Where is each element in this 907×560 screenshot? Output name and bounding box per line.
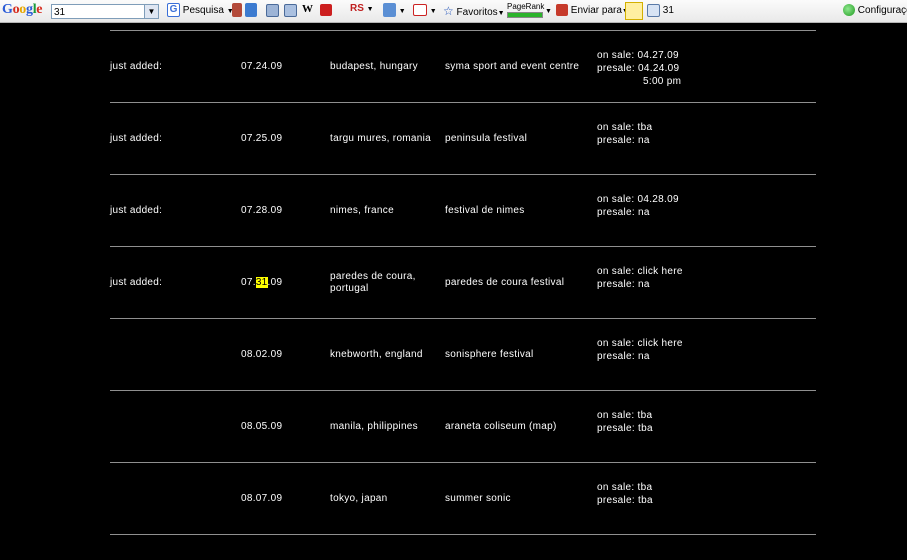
on-sale-info[interactable]: on sale: click here: [597, 265, 683, 278]
ticket-info: on sale: click here presale: na: [597, 265, 683, 291]
presale-info[interactable]: presale: 04.24.09: [597, 62, 681, 75]
toolbar-search-input[interactable]: [52, 6, 144, 18]
status-label: just added:: [110, 133, 163, 144]
star-icon: ☆: [443, 4, 454, 18]
presale-info[interactable]: presale: na: [597, 206, 679, 219]
wikipedia-icon[interactable]: W: [302, 3, 313, 19]
status-label: just added:: [110, 205, 163, 216]
search-highlight: 31: [255, 277, 268, 288]
favorites-button[interactable]: ☆ Favoritos▼: [443, 3, 505, 19]
search-button[interactable]: G Pesquisa ▼: [167, 3, 234, 19]
search-history-dropdown-icon[interactable]: ▼: [144, 5, 158, 18]
ticket-info: on sale: click here presale: na: [597, 337, 683, 363]
event-venue[interactable]: araneta coliseum (map): [445, 421, 557, 433]
event-location: manila, philippines: [330, 421, 418, 432]
tour-date-row: just added: 07.28.09 nimes, france festival…: [0, 175, 907, 247]
tour-date-row: 08.07.09 tokyo, japan summer sonic on sale:…: [0, 463, 907, 535]
presale-info[interactable]: presale: tba: [597, 422, 653, 435]
on-sale-info[interactable]: on sale: 04.27.09: [597, 49, 681, 62]
on-sale-info[interactable]: on sale: tba: [597, 481, 653, 494]
event-venue[interactable]: paredes de coura festival: [445, 277, 564, 289]
pagerank-indicator: PageRank: [507, 2, 544, 18]
event-date: 08.02.09: [241, 349, 283, 360]
presale-info[interactable]: presale: na: [597, 134, 652, 147]
tour-date-row: just added: 07.31.09 paredes de coura, por…: [0, 247, 907, 319]
ticket-info: on sale: tba presale: tba: [597, 481, 653, 507]
presale-time: 5:00 pm: [643, 76, 682, 87]
event-date: 07.31.09: [241, 277, 283, 288]
status-label: just added:: [110, 61, 163, 72]
tour-date-row: just added: 07.25.09 targu mures, romania p…: [0, 103, 907, 175]
event-date: 07.28.09: [241, 205, 283, 216]
on-sale-info[interactable]: on sale: tba: [597, 409, 653, 422]
toolbar-search-field[interactable]: ▼: [51, 4, 159, 19]
event-location: tokyo, japan: [330, 493, 388, 504]
find-icon: [647, 3, 660, 17]
rss-icon[interactable]: RS ▼: [350, 3, 374, 19]
event-date: 07.25.09: [241, 133, 283, 144]
presale-info[interactable]: presale: tba: [597, 494, 653, 507]
tour-date-row: 08.05.09 manila, philippines araneta colis…: [0, 391, 907, 463]
news-icon: [244, 3, 257, 18]
row-divider: [110, 534, 816, 535]
event-venue[interactable]: sonisphere festival: [445, 349, 534, 361]
on-sale-info[interactable]: on sale: click here: [597, 337, 683, 350]
settings-status-icon: [843, 4, 855, 17]
event-venue[interactable]: peninsula festival: [445, 133, 527, 145]
status-label: just added:: [110, 277, 163, 288]
on-sale-info[interactable]: on sale: 04.28.09: [597, 193, 679, 206]
highlighter-icon[interactable]: [625, 2, 643, 20]
settings-button[interactable]: Configurações: [843, 3, 907, 19]
ticket-info: on sale: tba presale: tba: [597, 409, 653, 435]
event-venue[interactable]: summer sonic: [445, 493, 511, 505]
on-sale-info[interactable]: on sale: tba: [597, 121, 652, 134]
search-site-icon[interactable]: [266, 3, 279, 19]
event-venue[interactable]: festival de nimes: [445, 205, 525, 217]
translate-icon[interactable]: ▼: [383, 3, 406, 19]
google-g-icon: G: [167, 3, 180, 18]
event-date: 08.07.09: [241, 493, 283, 504]
ticket-info: on sale: tba presale: na: [597, 121, 652, 147]
ticket-info: on sale: 04.27.09 presale: 04.24.09 5:00 p…: [597, 49, 681, 88]
event-location: paredes de coura, portugal: [330, 271, 416, 294]
tour-date-row: just added: 07.24.09 budapest, hungary syma…: [0, 31, 907, 103]
event-location: knebworth, england: [330, 349, 423, 360]
event-location: budapest, hungary: [330, 61, 418, 72]
tour-date-row: 08.02.09 knebworth, england sonisphere fes…: [0, 319, 907, 391]
tour-dates-list: just added: 07.24.09 budapest, hungary syma…: [0, 23, 907, 560]
presale-info[interactable]: presale: na: [597, 278, 683, 291]
search-page-icon[interactable]: [284, 3, 297, 19]
google-toolbar: Google ▼ G Pesquisa ▼ W RS ▼ ▼ ▼ ☆ Favor…: [0, 0, 907, 23]
event-date: 07.24.09: [241, 61, 283, 72]
event-location: targu mures, romania: [330, 133, 432, 144]
ticket-info: on sale: 04.28.09 presale: na: [597, 193, 679, 219]
event-venue[interactable]: syma sport and event centre: [445, 61, 579, 73]
youtube-icon[interactable]: [320, 3, 332, 19]
send-to-button[interactable]: Enviar para▼: [556, 3, 629, 19]
gmail-icon[interactable]: ▼: [413, 3, 437, 19]
presale-info[interactable]: presale: na: [597, 350, 683, 363]
bookmarks-icon[interactable]: [232, 3, 257, 19]
send-icon: [556, 4, 568, 17]
google-logo[interactable]: Google: [2, 2, 43, 18]
find-in-page-button[interactable]: 31: [647, 3, 674, 19]
event-location: nimes, france: [330, 205, 394, 216]
event-date: 08.05.09: [241, 421, 283, 432]
pagerank-dropdown-icon[interactable]: ▼: [545, 3, 552, 19]
